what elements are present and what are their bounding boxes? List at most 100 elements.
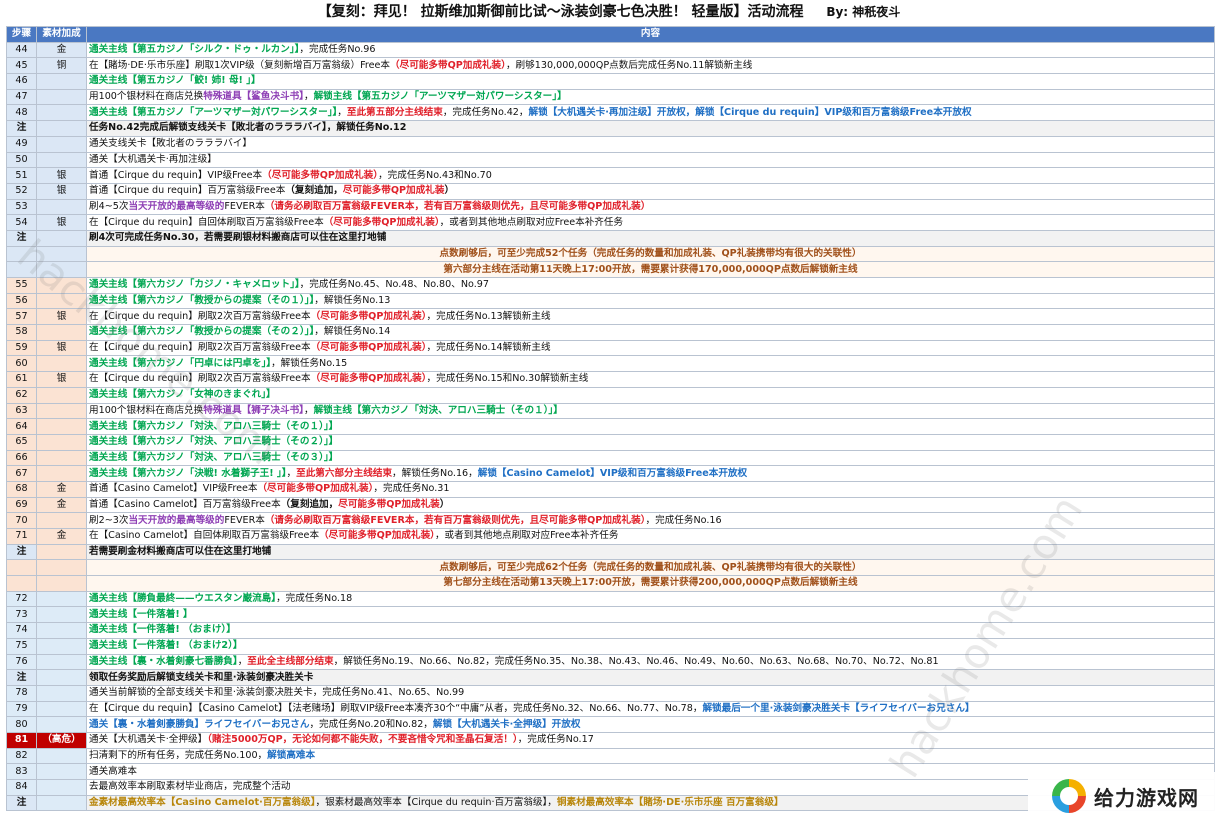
content-segment: （尽可能多带QP加成礼装） xyxy=(257,483,374,495)
step-cell: 61 xyxy=(6,371,37,388)
content-segment: ， xyxy=(237,655,248,667)
content-segment: 通关高难本 xyxy=(89,765,137,777)
material-cell xyxy=(36,104,87,122)
table-row: 78 通关当前解锁的全部支线关卡和里·泳装剑豪决胜关卡，完成任务No.41、No.… xyxy=(6,684,1215,702)
table-row: 66 通关主线【第六カジノ「対決、アロハ三騎士（その３）」】 xyxy=(6,449,1215,467)
table-row: 68 金首通【Casino Camelot】VIP级Free本（尽可能多带QP加成… xyxy=(6,480,1215,498)
material-cell xyxy=(36,449,87,467)
material-cell xyxy=(36,355,87,373)
content-segment: ，完成任务No.96 xyxy=(299,44,376,56)
table-row: 79 在【Cirque du requin】【Casino Camelot】【法老… xyxy=(6,700,1215,718)
content-segment: 通关主线【第五カジノ「シルク・ドゥ・ルカン」】 xyxy=(89,44,300,56)
content-segment: FEVER本 xyxy=(224,514,265,526)
content-segment: ，完成任务No.31 xyxy=(373,483,450,495)
content-segment: 至此全主线部分结束 xyxy=(247,655,334,667)
content-segment: ） xyxy=(439,498,450,510)
material-cell xyxy=(36,73,87,90)
content-cell: 首通【Cirque du requin】百万富翁级Free本（复刻追加，尽可能多… xyxy=(86,182,1215,200)
column-header-material: 素材加成 xyxy=(36,26,87,43)
content-segment: 解锁高难本 xyxy=(267,749,316,761)
table-row: 75 通关主线【一件落着! （おまけ2）】 xyxy=(6,637,1215,655)
content-cell: 通关主线【一件落着! 】 xyxy=(86,606,1215,624)
table-row: 57 银在【Cirque du requin】刷取2次百万富翁级Free本（尽可能… xyxy=(6,308,1215,326)
content-cell: 通关主线【裏・水着剣豪七番勝負】，至此全主线部分结束，解锁任务No.19、No.… xyxy=(86,653,1215,671)
step-cell: 47 xyxy=(6,88,37,106)
content-segment: 在【Cirque du requin】刷取2次百万富翁级Free本 xyxy=(89,342,311,354)
content-segment: 通关当前解锁的全部支线关卡和里·泳装剑豪决胜关卡，完成任务No.41、No.65… xyxy=(89,687,465,699)
content-segment: 去最高效率本刷取素材毕业商店，完成整个活动 xyxy=(89,781,291,793)
table-row: 50 通关【大机遇关卡·再加注级】 xyxy=(6,151,1215,169)
content-cell: 点数刷够后，可至少完成62个任务（完成任务的数量和加成礼装、QP礼装携带均有很大… xyxy=(86,559,1215,577)
table-row: 63 用100个银材料在商店兑换特殊道具【狮子决斗书】，解锁主线【第六カジノ「対決… xyxy=(6,402,1215,420)
note-row: 注 任务No.42完成后解锁支线关卡【敗北者のラララバイ】，解锁任务No.12 xyxy=(6,120,1215,137)
material-cell xyxy=(36,151,87,169)
material-cell xyxy=(36,763,87,780)
content-segment: 在【Cirque du requin】【Casino Camelot】【法老赌场… xyxy=(89,702,703,714)
content-segment: ，完成任务No.45、No.48、No.80、No.97 xyxy=(299,279,489,291)
content-cell: 通关主线【一件落着! （おまけ）】 xyxy=(86,622,1215,639)
content-cell: 通关主线【第六カジノ「決戦! 水着獅子王! 」】，至此第六部分主线结束，解锁任务… xyxy=(86,465,1215,482)
material-cell: 银 xyxy=(36,308,87,326)
table-row: 76 通关主线【裏・水着剣豪七番勝負】，至此全主线部分结束，解锁任务No.19、N… xyxy=(6,653,1215,671)
step-cell: 58 xyxy=(6,324,37,341)
material-cell: 银 xyxy=(36,371,87,388)
content-segment: 首通【Casino Camelot】VIP级Free本 xyxy=(89,483,258,495)
step-cell: 64 xyxy=(6,418,37,435)
material-cell: 金 xyxy=(36,41,87,59)
content-segment: 在【Cirque du requin】刷取2次百万富翁级Free本 xyxy=(89,373,311,385)
content-segment: ， xyxy=(303,91,314,103)
content-segment: ，完成任务No.14解锁新主线 xyxy=(426,342,551,354)
material-cell: 银 xyxy=(36,182,87,200)
content-segment: 首通【Casino Camelot】百万富翁级Free本 xyxy=(89,498,281,510)
note-row: 注 领取任务奖励后解锁支线关卡和里·泳装剑豪决胜关卡 xyxy=(6,669,1215,686)
content-cell: 在【Cirque du requin】【Casino Camelot】【法老赌场… xyxy=(86,700,1215,718)
step-cell: 75 xyxy=(6,637,37,655)
material-cell: （高危） xyxy=(36,731,87,749)
content-cell: 点数刷够后，可至少完成52个任务（完成任务的数量和加成礼装、QP礼装携带均有很大… xyxy=(86,245,1215,263)
content-segment: ，解锁任务No.16， xyxy=(392,467,478,479)
content-segment: 解锁【Casino Camelot】VIP级和百万富翁级Free本开放权 xyxy=(477,467,748,479)
content-cell: 刷4次可完成任务No.30，若需要刷银材料搬商店可以住在这里打地铺 xyxy=(86,229,1215,247)
page-title: 【复刻：拜见！ 拉斯维加斯御前比试～泳装剑豪七色决胜！ 轻量版】活动流程 By:… xyxy=(0,0,1218,24)
step-cell: 55 xyxy=(6,277,37,294)
step-cell: 78 xyxy=(6,684,37,702)
table-row: 56 通关主线【第六カジノ「教授からの提案（その１）」】，解锁任务No.13 xyxy=(6,292,1215,310)
content-segment: 首通【Cirque du requin】VIP级Free本 xyxy=(89,169,263,181)
step-cell: 52 xyxy=(6,182,37,200)
content-cell: 通关主线【第六カジノ「対決、アロハ三騎士（その２）」】 xyxy=(86,433,1215,451)
logo-icon xyxy=(1052,779,1086,813)
content-segment: ，完成任务No.13解锁新主线 xyxy=(426,310,551,322)
content-segment: （尽可能多带QP加成礼装） xyxy=(390,59,506,71)
step-cell: 57 xyxy=(6,308,37,326)
content-cell: 在【Cirque du requin】刷取2次百万富翁级Free本（尽可能多带Q… xyxy=(86,371,1215,388)
content-cell: 首通【Cirque du requin】VIP级Free本（尽可能多带QP加成礼… xyxy=(86,167,1215,184)
step-cell: 注 xyxy=(6,120,37,137)
content-segment: 在【Cirque du requin】刷取2次百万富翁级Free本 xyxy=(89,310,311,322)
material-cell: 金 xyxy=(36,480,87,498)
content-segment: ） xyxy=(444,185,455,197)
content-segment: 第六部分主线在活动第11天晚上17:00开放，需要累计获得170,000,000… xyxy=(443,263,858,275)
content-segment: 用100个银材料在商店兑换 xyxy=(89,404,204,416)
step-cell: 81 xyxy=(6,731,37,749)
material-cell xyxy=(36,590,87,608)
content-segment: 刷4~5次 xyxy=(89,200,129,212)
material-cell xyxy=(36,229,87,247)
content-segment: （复刻追加， xyxy=(285,185,343,197)
content-segment: （复刻追加， xyxy=(280,498,339,510)
content-segment: （尽可能多带QP加成礼装） xyxy=(310,342,427,354)
content-segment: 通关主线【第六カジノ「カジノ・キャメロット」】 xyxy=(89,279,300,291)
content-cell: 在【Casino Camelot】自回体刷取百万富翁级Free本（尽可能多带QP… xyxy=(86,528,1215,545)
table-row: 51 银首通【Cirque du requin】VIP级Free本（尽可能多带QP… xyxy=(6,167,1215,184)
material-cell xyxy=(36,543,87,561)
material-cell xyxy=(36,324,87,341)
content-segment: 在【賭场·DE·乐市乐座】刷取1次VIP级（复刻新增百万富翁级）Free本 xyxy=(89,59,391,71)
content-segment: （尽可能多带QP加成礼装） xyxy=(262,169,379,181)
content-segment: 通关主线【勝負最終——ウエスタン巌流島】 xyxy=(89,593,277,605)
material-cell xyxy=(36,700,87,718)
step-cell: 65 xyxy=(6,433,37,451)
author-credit: By: 神秖夜斗 xyxy=(826,5,901,19)
material-cell xyxy=(36,747,87,765)
content-cell: 扫清剩下的所有任务，完成任务No.100，解锁高难本 xyxy=(86,747,1215,765)
content-segment: 解锁主线【第五カジノ「アーツマザー対パワーシスター」】 xyxy=(313,91,567,103)
step-cell: 72 xyxy=(6,590,37,608)
